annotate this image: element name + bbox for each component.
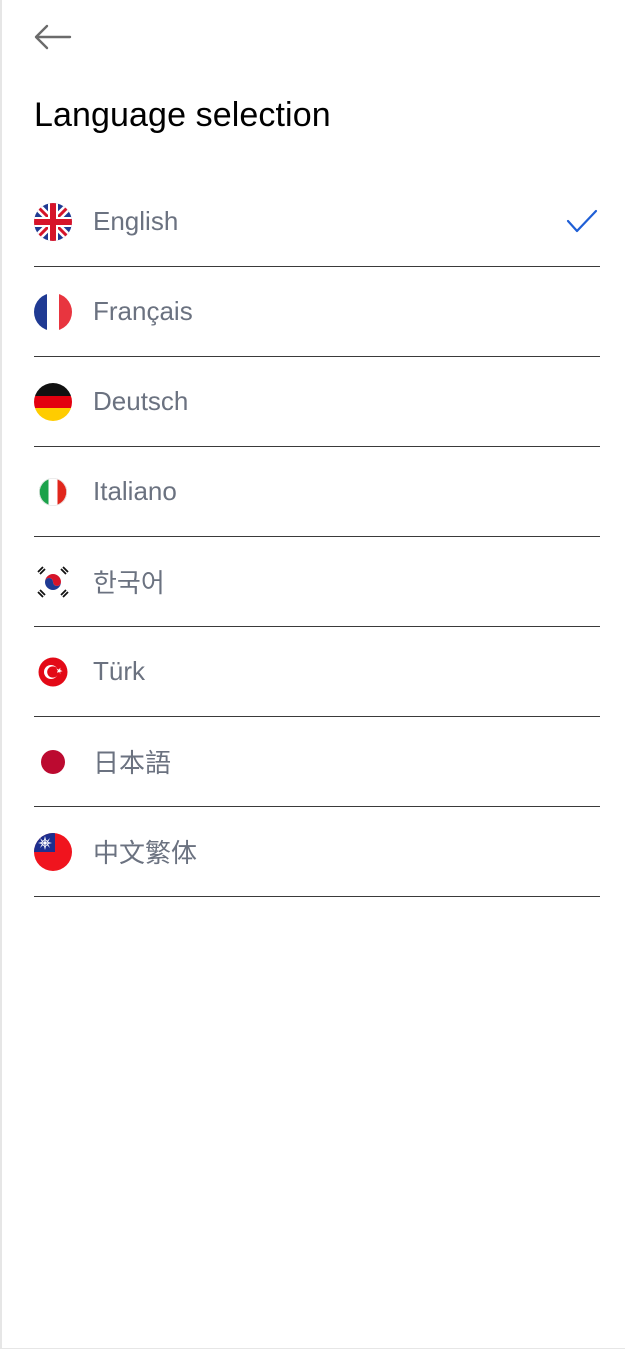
language-label: English [93,206,179,236]
uk-flag-icon [34,202,72,241]
language-label: Türk [93,656,145,686]
france-flag-icon [34,292,72,331]
language-list: English Français Deutsch Italiano 한국어 Tü… [34,177,600,897]
app-screen: Language selection English Français Deut… [0,0,625,1349]
arrow-left-icon [34,24,72,50]
language-option-turkish[interactable]: Türk [34,627,600,717]
language-label: Italiano [93,476,177,506]
language-option-german[interactable]: Deutsch [34,357,600,447]
japan-flag-icon [34,743,72,780]
language-label: 中文繁体 [93,838,198,868]
language-option-english[interactable]: English [34,177,600,267]
taiwan-flag-icon [34,832,72,871]
language-option-japanese[interactable]: 日本語 [34,717,600,807]
language-option-chinese-traditional[interactable]: 中文繁体 [34,807,600,897]
turkey-flag-icon [38,657,68,686]
language-label: 한국어 [93,568,165,598]
language-label: Français [93,296,193,326]
language-option-korean[interactable]: 한국어 [34,537,600,627]
language-option-french[interactable]: Français [34,267,600,357]
language-label: 日本語 [93,748,172,778]
check-icon [566,209,598,232]
back-button[interactable] [32,20,76,54]
south-korea-flag-icon [34,563,72,600]
italy-flag-icon [38,477,68,506]
germany-flag-icon [34,382,72,421]
language-label: Deutsch [93,386,189,416]
language-option-italian[interactable]: Italiano [34,447,600,537]
page-title: Language selection [34,96,331,134]
